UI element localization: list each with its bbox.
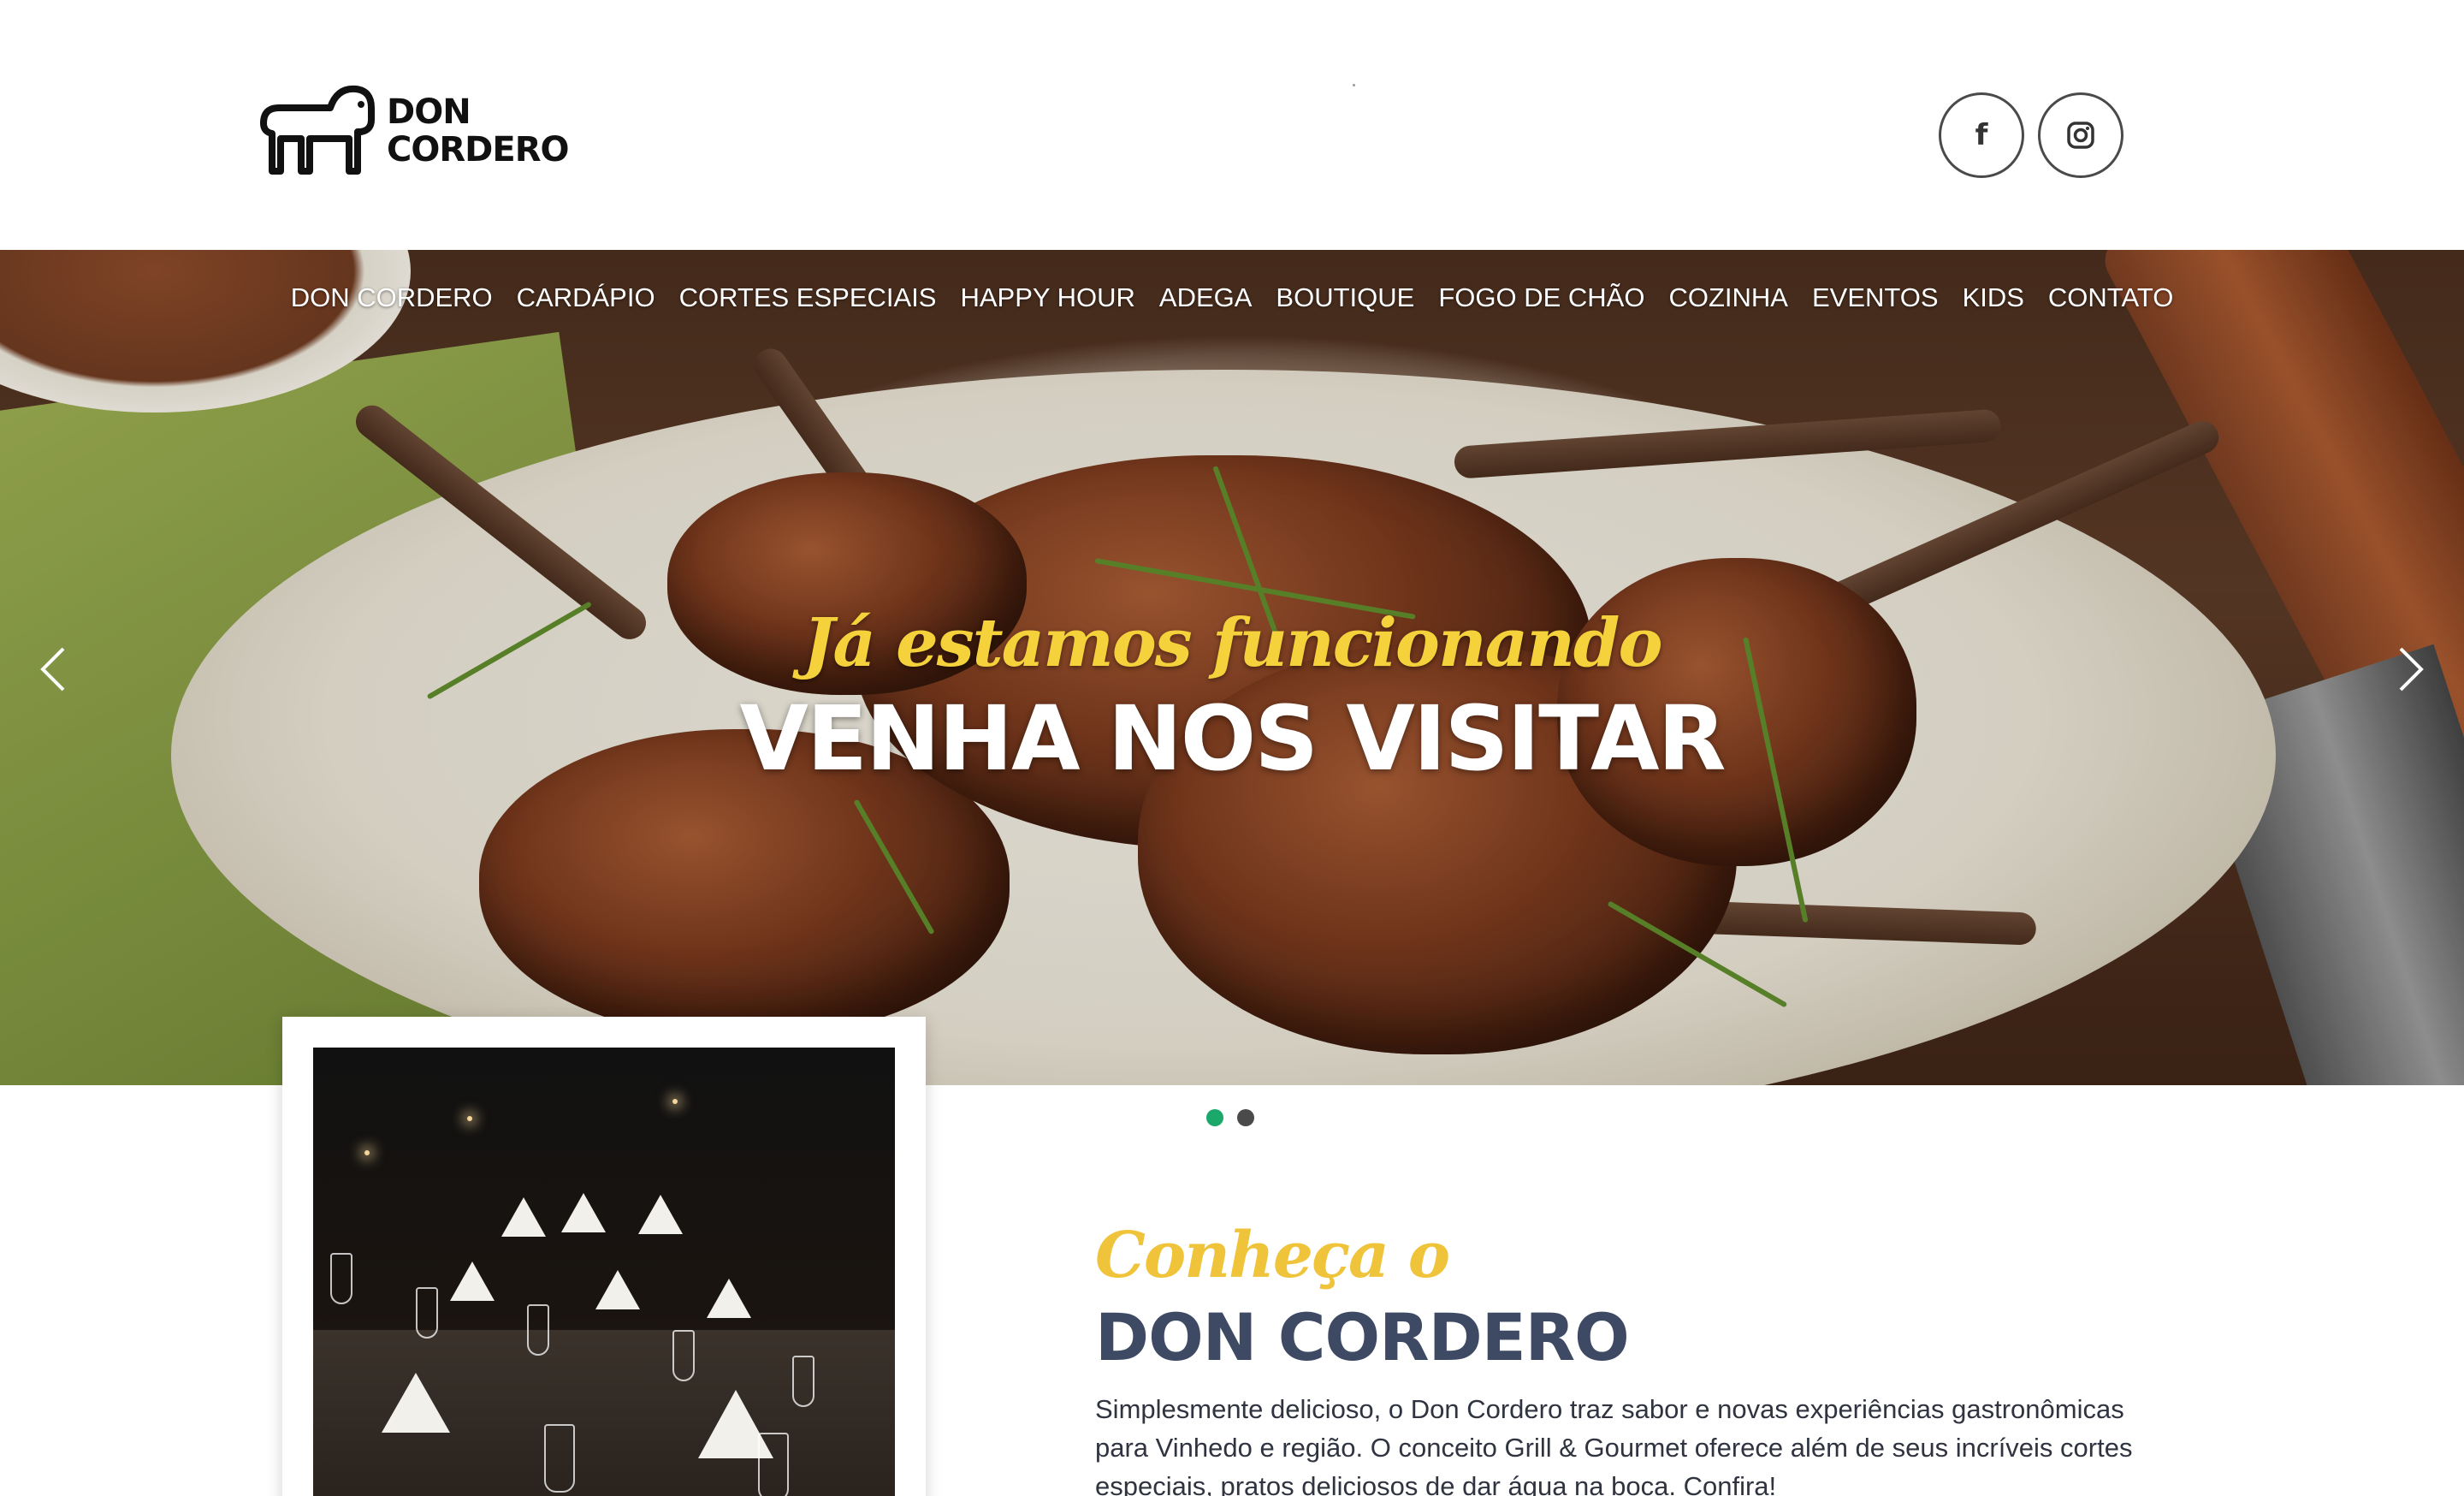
- photo-napkin: [707, 1279, 751, 1318]
- hero-kicker: Já estamos funcionando: [803, 604, 1663, 682]
- photo-napkin: [450, 1262, 495, 1301]
- facebook-icon: f: [1975, 118, 1988, 152]
- photo-napkin: [561, 1193, 606, 1232]
- nav-item-happy-hour[interactable]: HAPPY HOUR: [948, 282, 1146, 313]
- photo-napkin: [595, 1270, 640, 1309]
- nav-item-cardapio[interactable]: CARDÁPIO: [505, 282, 667, 313]
- photo-napkin: [501, 1197, 546, 1237]
- photo-wine-glass: [544, 1424, 575, 1493]
- photo-wine-glass: [330, 1253, 352, 1304]
- logo[interactable]: DON CORDERO: [255, 82, 569, 180]
- photo-light: [364, 1150, 370, 1155]
- nav-item-contato[interactable]: CONTATO: [2036, 282, 2185, 313]
- main-nav: DON CORDERO CARDÁPIO CORTES ESPECIAIS HA…: [0, 282, 2464, 313]
- intro-kicker: Conheça o: [1095, 1219, 1450, 1292]
- photo-light: [467, 1116, 472, 1121]
- restaurant-photo-card: [282, 1017, 926, 1496]
- hero-title: VENHA NOS VISITAR: [739, 686, 1726, 791]
- decorative-dot: [1353, 84, 1355, 86]
- photo-light: [672, 1099, 678, 1104]
- nav-item-boutique[interactable]: BOUTIQUE: [1264, 282, 1426, 313]
- photo-wine-glass: [416, 1287, 438, 1339]
- restaurant-photo: [313, 1048, 895, 1496]
- nav-item-cortes-especiais[interactable]: CORTES ESPECIAIS: [667, 282, 949, 313]
- photo-napkin: [638, 1195, 683, 1234]
- slider-pagination: [1206, 1109, 1254, 1126]
- photo-wine-glass: [792, 1356, 814, 1407]
- brand-wordmark: DON CORDERO: [387, 93, 569, 169]
- facebook-button[interactable]: f: [1939, 92, 2024, 178]
- slider-dot-1[interactable]: [1206, 1109, 1223, 1126]
- nav-item-adega[interactable]: ADEGA: [1147, 282, 1265, 313]
- brand-line-1: DON: [387, 92, 471, 132]
- photo-wine-glass: [527, 1304, 549, 1356]
- sheep-logo-icon: [260, 85, 375, 175]
- photo-wine-glass: [672, 1330, 695, 1381]
- nav-item-fogo-de-chao[interactable]: FOGO DE CHÃO: [1426, 282, 1656, 313]
- photo-wine-glass: [758, 1433, 789, 1496]
- photo-napkin: [382, 1373, 450, 1433]
- nav-item-cozinha[interactable]: COZINHA: [1656, 282, 1800, 313]
- nav-item-kids[interactable]: KIDS: [1951, 282, 2036, 313]
- brand-line-2: CORDERO: [387, 130, 569, 169]
- instagram-icon: [2067, 122, 2094, 149]
- intro-title: DON CORDERO: [1095, 1299, 1630, 1375]
- slider-dot-2[interactable]: [1237, 1109, 1254, 1126]
- nav-item-don-cordero[interactable]: DON CORDERO: [279, 282, 505, 313]
- nav-item-eventos[interactable]: EVENTOS: [1800, 282, 1951, 313]
- intro-body: Simplesmente delicioso, o Don Cordero tr…: [1095, 1394, 2133, 1496]
- instagram-button[interactable]: [2038, 92, 2123, 178]
- site-header: DON CORDERO f: [0, 0, 2464, 250]
